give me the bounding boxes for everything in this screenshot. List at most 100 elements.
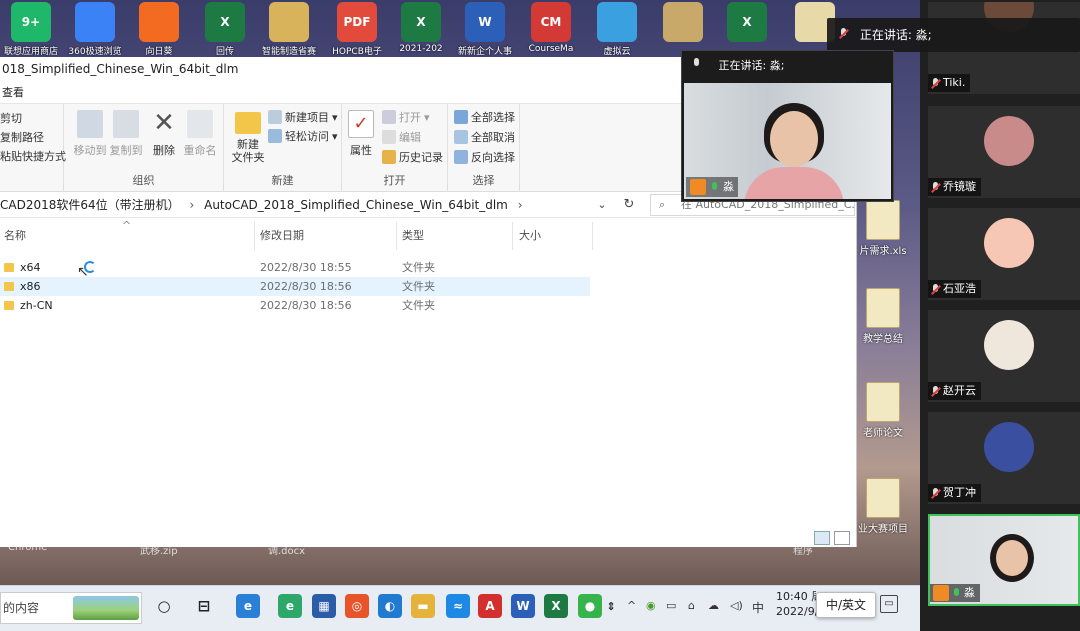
autocad-icon[interactable]: A bbox=[478, 594, 502, 618]
column-header-date[interactable]: 修改日期 bbox=[260, 224, 304, 248]
search-highlight-image bbox=[73, 596, 139, 620]
app-icon bbox=[663, 2, 703, 42]
details-view-icon[interactable] bbox=[814, 531, 830, 545]
desktop-shortcut[interactable]: CM CourseMa bbox=[520, 0, 582, 60]
select-all-icon bbox=[454, 110, 468, 124]
move-icon bbox=[77, 110, 103, 138]
cloud-icon[interactable]: ☁ bbox=[708, 599, 719, 612]
desktop-shortcut[interactable]: 虚拟云 bbox=[586, 0, 648, 60]
store-icon[interactable]: ▦ bbox=[312, 594, 336, 618]
column-header-type[interactable]: 类型 bbox=[402, 224, 424, 248]
volume-icon[interactable]: ◁) bbox=[730, 599, 743, 612]
excel-icon[interactable]: X bbox=[544, 594, 568, 618]
participant-tile[interactable]: 石亚浩 bbox=[928, 208, 1080, 300]
participant-tile[interactable]: 乔镜璇 bbox=[928, 106, 1080, 198]
invert-selection-button[interactable]: 反向选择 bbox=[454, 149, 515, 165]
breadcrumb-parent[interactable]: CAD2018软件64位（带注册机） bbox=[0, 198, 180, 212]
column-header-name[interactable]: 名称 bbox=[4, 224, 26, 248]
floating-video-window[interactable]: 正在讲话: 淼; 淼 bbox=[681, 50, 894, 202]
edit-button[interactable]: 编辑 bbox=[382, 129, 421, 145]
desktop-shortcut[interactable]: X 回传 bbox=[194, 0, 256, 60]
app-icon: CM bbox=[531, 2, 571, 42]
breadcrumb-current[interactable]: AutoCAD_2018_Simplified_Chinese_Win_64bi… bbox=[204, 198, 508, 212]
widgets-icon[interactable]: ⊟ bbox=[192, 594, 216, 618]
scroll-chevron-icon[interactable]: ⇕ bbox=[604, 594, 618, 618]
desktop-shortcut-label: 向日葵 bbox=[145, 47, 173, 57]
copy-to-button[interactable]: 复制到 bbox=[108, 110, 144, 158]
desktop-file-shortcut[interactable]: 片需求.xls bbox=[858, 200, 908, 257]
group-label-open: 打开 bbox=[383, 174, 406, 187]
desktop-shortcut[interactable]: 向日葵 bbox=[128, 0, 190, 60]
chrome-360-icon[interactable]: ◎ bbox=[345, 594, 369, 618]
large-icons-view-icon[interactable] bbox=[834, 531, 850, 545]
app-icon: X bbox=[727, 2, 767, 42]
app-icon bbox=[597, 2, 637, 42]
notification-icon[interactable]: ▭ bbox=[880, 595, 898, 613]
rename-button[interactable]: 重命名 bbox=[182, 110, 218, 158]
video-speaking-text: 正在讲话: 淼; bbox=[718, 59, 785, 72]
open-button[interactable]: 打开 ▾ bbox=[382, 109, 430, 125]
desktop-shortcut[interactable]: X 2021-202 bbox=[390, 0, 452, 60]
app-icon: 9+ bbox=[11, 2, 51, 42]
address-bar[interactable]: CAD2018软件64位（带注册机） › AutoCAD_2018_Simpli… bbox=[0, 192, 612, 218]
desktop-shortcut[interactable]: 360极速浏览 bbox=[64, 0, 126, 60]
menu-view[interactable]: 查看 bbox=[2, 86, 24, 99]
move-to-button[interactable]: 移动到 bbox=[72, 110, 108, 158]
delete-button[interactable]: ✕ 删除 bbox=[150, 110, 178, 158]
new-item-button[interactable]: 新建项目 ▾ bbox=[268, 109, 338, 125]
taskbar-search-box[interactable]: 的内容 bbox=[0, 592, 142, 624]
battery-icon[interactable]: ▭ bbox=[666, 599, 676, 612]
tray-expand-chevron-icon[interactable]: ^ bbox=[627, 599, 636, 612]
desktop-file-label: 片需求.xls bbox=[859, 246, 907, 257]
network-icon[interactable]: ⌂ bbox=[688, 599, 695, 612]
desktop-file-shortcut[interactable]: 业大赛项目 bbox=[858, 478, 908, 535]
desktop-shortcut[interactable]: 智能制造省赛 bbox=[258, 0, 320, 60]
participant-tile-active-speaker[interactable]: 淼 bbox=[928, 514, 1080, 606]
ribbon-group-select: 全部选择 全部取消 反向选择 选择 bbox=[448, 104, 520, 192]
history-button[interactable]: 历史记录 bbox=[382, 149, 443, 165]
desktop-file-shortcut[interactable]: 教学总结 bbox=[858, 288, 908, 345]
invert-selection-icon bbox=[454, 150, 468, 164]
select-all-button[interactable]: 全部选择 bbox=[454, 109, 515, 125]
desktop-file-shortcut[interactable]: 老师论文 bbox=[858, 382, 908, 439]
file-name: x86 bbox=[20, 280, 41, 293]
file-explorer-icon[interactable]: ▬ bbox=[411, 594, 435, 618]
desktop-shortcut[interactable]: 9+ 联想应用商店 bbox=[0, 0, 62, 60]
sort-chevron-up-icon: ^ bbox=[122, 219, 132, 232]
properties-button[interactable]: ✓ 属性 bbox=[346, 110, 376, 158]
select-none-button[interactable]: 全部取消 bbox=[454, 129, 515, 145]
tray-app-icon[interactable]: ◉ bbox=[646, 599, 656, 612]
desktop-shortcut[interactable]: PDF HOPCB电子 bbox=[326, 0, 388, 60]
desktop-shortcut-label: HOPCB电子 bbox=[332, 47, 382, 57]
ime-indicator[interactable]: 中 bbox=[752, 599, 764, 616]
taskbar-clock[interactable]: 10:40 周 2022/9/ bbox=[776, 589, 816, 619]
participant-name: 石亚浩 bbox=[943, 282, 976, 295]
new-folder-button[interactable]: 新建 文件夹 bbox=[228, 112, 268, 164]
document-icon bbox=[866, 200, 900, 240]
desktop-shortcut-label: 智能制造省赛 bbox=[261, 47, 316, 57]
status-bar bbox=[0, 527, 856, 547]
task-view-circle-icon[interactable]: ○ bbox=[152, 594, 176, 618]
edge-new-icon[interactable]: ◐ bbox=[378, 594, 402, 618]
table-row[interactable]: zh-CN 2022/8/30 18:56 文件夹 bbox=[0, 296, 590, 315]
desktop-shortcut[interactable]: W 新新企个人事 bbox=[454, 0, 516, 60]
paste-shortcut-button[interactable]: 粘贴快捷方式 bbox=[0, 148, 66, 164]
ribbon-group-organize: 移动到 复制到 ✕ 删除 重命名 组织 bbox=[64, 104, 224, 192]
ime-tooltip: 中/英文 bbox=[816, 592, 876, 618]
wechat-icon[interactable]: ● bbox=[578, 594, 602, 618]
word-icon[interactable]: W bbox=[511, 594, 535, 618]
tencent-meeting-icon[interactable]: ≈ bbox=[446, 594, 470, 618]
copy-path-button[interactable]: 复制路径 bbox=[0, 129, 44, 145]
easy-access-button[interactable]: 轻松访问 ▾ bbox=[268, 128, 338, 144]
new-item-icon bbox=[268, 110, 282, 124]
ie-browser-icon[interactable]: e bbox=[236, 594, 260, 618]
participant-tile[interactable]: 赵开云 bbox=[928, 310, 1080, 402]
edge-browser-icon[interactable]: e bbox=[278, 594, 302, 618]
address-dropdown-chevron-icon[interactable]: ⌄ bbox=[593, 192, 611, 218]
participant-tile[interactable]: 贺丁冲 bbox=[928, 412, 1080, 504]
app-icon: X bbox=[205, 2, 245, 42]
participant-name: Tiki. bbox=[943, 76, 966, 89]
cut-button[interactable]: 剪切 bbox=[0, 110, 22, 126]
column-header-size[interactable]: 大小 bbox=[519, 224, 541, 248]
refresh-icon[interactable]: ↻ bbox=[617, 192, 641, 218]
